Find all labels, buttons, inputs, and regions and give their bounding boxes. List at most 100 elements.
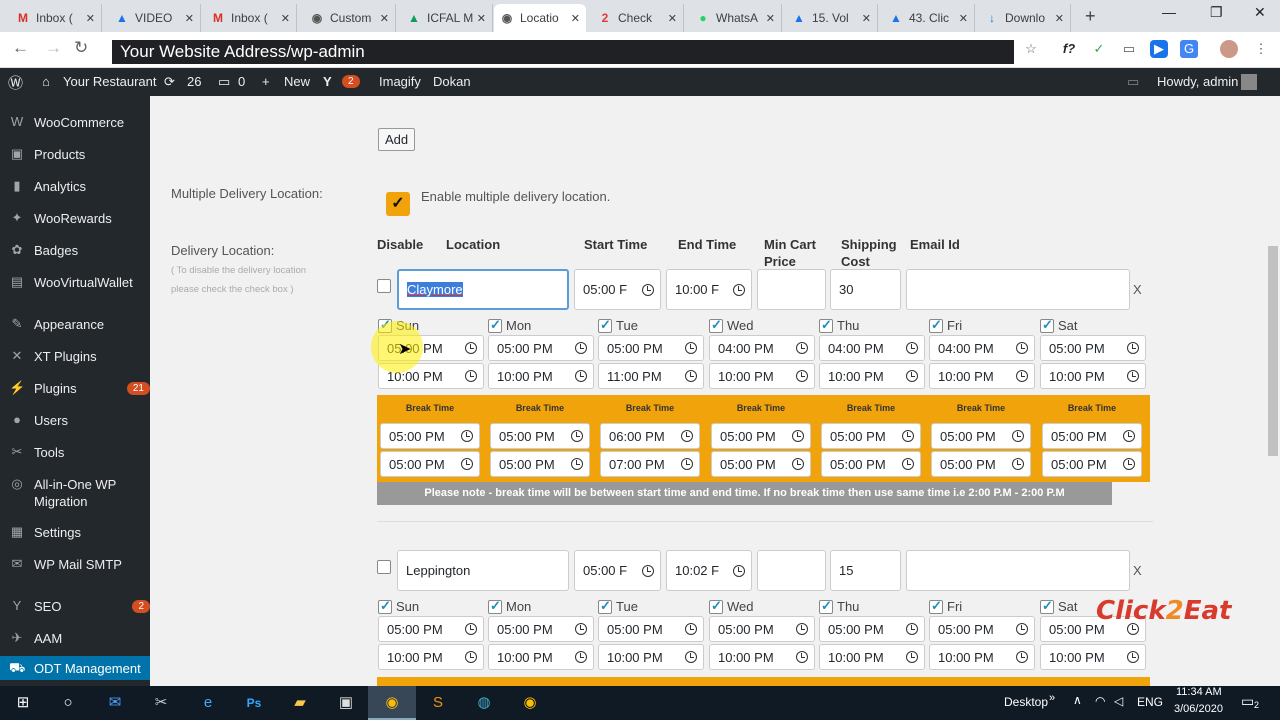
day-checkbox[interactable] (378, 598, 392, 614)
clock-time[interactable]: 11:34 AM (1176, 686, 1222, 698)
browser-tab[interactable]: ▲ 43. Clic ✕ (883, 4, 975, 32)
tab-close-icon[interactable]: ✕ (86, 12, 95, 25)
sidebar-item[interactable]: ✈ AAM (0, 630, 150, 647)
break-end-input[interactable]: 05:00 PM (931, 451, 1031, 477)
updates-icon[interactable]: ⟳ (164, 74, 175, 90)
clock-icon[interactable] (465, 651, 477, 663)
dokan-link[interactable]: Dokan (433, 74, 471, 89)
desktop-toolbar-label[interactable]: Desktop (1004, 695, 1048, 709)
clock-icon[interactable] (1127, 342, 1139, 354)
check-extension-icon[interactable]: ✓ (1090, 40, 1108, 58)
clock-icon[interactable] (1012, 458, 1024, 470)
howdy-user-link[interactable]: Howdy, admin (1157, 74, 1238, 89)
shipping-cost-input[interactable]: 30 (830, 269, 901, 310)
clock-icon[interactable] (465, 370, 477, 382)
clock-icon[interactable] (575, 651, 587, 663)
day-checkbox[interactable] (598, 317, 612, 333)
break-start-input[interactable]: 05:00 PM (931, 423, 1031, 449)
break-end-input[interactable]: 05:00 PM (821, 451, 921, 477)
clock-icon[interactable] (1016, 623, 1028, 635)
edge-browser-icon[interactable]: e (197, 693, 219, 713)
day-checkbox[interactable] (819, 598, 833, 614)
email-input[interactable] (906, 550, 1130, 591)
clock-icon[interactable] (1016, 342, 1028, 354)
tab-close-icon[interactable]: ✕ (766, 12, 775, 25)
close-time-input[interactable]: 10:00 PM (929, 644, 1035, 670)
day-checkbox[interactable] (709, 598, 723, 614)
clock-icon[interactable] (1123, 458, 1135, 470)
disable-location-checkbox[interactable] (377, 560, 391, 574)
site-name-link[interactable]: Your Restaurant (63, 74, 156, 89)
snipping-tool-icon[interactable]: ✂ (150, 693, 172, 713)
chevrons-icon[interactable]: » (1049, 692, 1055, 704)
close-time-input[interactable]: 10:00 PM (378, 644, 484, 670)
new-tab-button[interactable]: + (1085, 6, 1096, 27)
clock-icon[interactable] (571, 430, 583, 442)
clock-icon[interactable] (1016, 370, 1028, 382)
sidebar-item[interactable]: ✕ XT Plugins (0, 348, 150, 365)
close-time-input[interactable]: 10:00 PM (598, 644, 704, 670)
close-time-input[interactable]: 10:00 PM (1040, 363, 1146, 389)
shipping-cost-input[interactable]: 15 (830, 550, 901, 591)
day-checkbox[interactable] (488, 317, 502, 333)
multiple-delivery-checkbox[interactable]: ✓ (386, 192, 410, 216)
reload-icon[interactable]: ↻ (74, 38, 88, 58)
clock-icon[interactable] (902, 458, 914, 470)
file-explorer-icon[interactable]: ▰ (289, 693, 311, 713)
clock-icon[interactable] (571, 458, 583, 470)
imagify-link[interactable]: Imagify (379, 74, 421, 89)
clock-icon[interactable] (681, 458, 693, 470)
open-time-input[interactable]: 04:00 PM (929, 335, 1035, 361)
break-end-input[interactable]: 05:00 PM (490, 451, 590, 477)
email-input[interactable] (906, 269, 1130, 310)
tab-close-icon[interactable]: ✕ (862, 12, 871, 25)
location-name-input[interactable]: Claymore (397, 269, 569, 310)
close-time-input[interactable]: 10:00 PM (1040, 644, 1146, 670)
break-start-input[interactable]: 05:00 PM (1042, 423, 1142, 449)
volume-icon[interactable]: ◁ (1114, 694, 1123, 708)
language-indicator[interactable]: ENG (1137, 695, 1163, 709)
updates-count[interactable]: 26 (187, 74, 201, 89)
close-time-input[interactable]: 10:00 PM (709, 363, 815, 389)
back-icon[interactable]: ← (12, 38, 29, 58)
close-time-input[interactable]: 10:00 PM (488, 644, 594, 670)
clock-icon[interactable] (906, 623, 918, 635)
sidebar-item[interactable]: ● Users (0, 412, 150, 429)
clock-icon[interactable] (906, 651, 918, 663)
break-end-input[interactable]: 05:00 PM (1042, 451, 1142, 477)
formula-extension-icon[interactable]: f? (1060, 40, 1078, 58)
chrome-menu-icon[interactable]: ⋮ (1252, 40, 1270, 58)
clock-icon[interactable] (796, 651, 808, 663)
day-checkbox[interactable] (1040, 598, 1054, 614)
tab-close-icon[interactable]: ✕ (1055, 12, 1064, 25)
store-icon[interactable]: ▣ (335, 693, 357, 713)
clock-icon[interactable] (681, 430, 693, 442)
open-time-input[interactable]: 05:00 PM (929, 616, 1035, 642)
break-start-input[interactable]: 05:00 PM (490, 423, 590, 449)
clock-icon[interactable] (796, 370, 808, 382)
day-checkbox[interactable] (709, 317, 723, 333)
open-time-input[interactable]: 04:00 PM (709, 335, 815, 361)
chrome-second-icon[interactable]: ◉ (519, 693, 541, 713)
sidebar-item[interactable]: Y SEO 2 (0, 598, 150, 615)
browser-tab[interactable]: ▲ ICFAL M ✕ (401, 4, 493, 32)
sidebar-item[interactable]: ✉ WP Mail SMTP (0, 556, 150, 573)
clock-icon[interactable] (906, 342, 918, 354)
clock-icon[interactable] (461, 458, 473, 470)
browser-tab[interactable]: M Inbox (✕ (10, 4, 102, 32)
sidebar-item[interactable]: ✎ Appearance (0, 316, 150, 333)
break-end-input[interactable]: 05:00 PM (711, 451, 811, 477)
clock-icon[interactable] (461, 430, 473, 442)
end-time-input[interactable]: 10:02 F (666, 550, 752, 591)
sidebar-item[interactable]: ✦ WooRewards (0, 210, 150, 227)
tab-close-icon[interactable]: ✕ (380, 12, 389, 25)
open-time-input[interactable]: 05:00 PM (819, 616, 925, 642)
open-time-input[interactable]: 05:00 PM (598, 616, 704, 642)
break-start-input[interactable]: 05:00 PM (821, 423, 921, 449)
sidebar-item[interactable]: ◎ All-in-One WP Migration (0, 476, 150, 510)
profile-avatar[interactable] (1220, 40, 1238, 58)
forward-icon[interactable]: → (45, 38, 62, 58)
disable-location-checkbox[interactable] (377, 279, 391, 293)
notification-icon[interactable]: ▭ (1127, 74, 1139, 90)
translate-extension-icon[interactable]: G (1180, 40, 1198, 58)
